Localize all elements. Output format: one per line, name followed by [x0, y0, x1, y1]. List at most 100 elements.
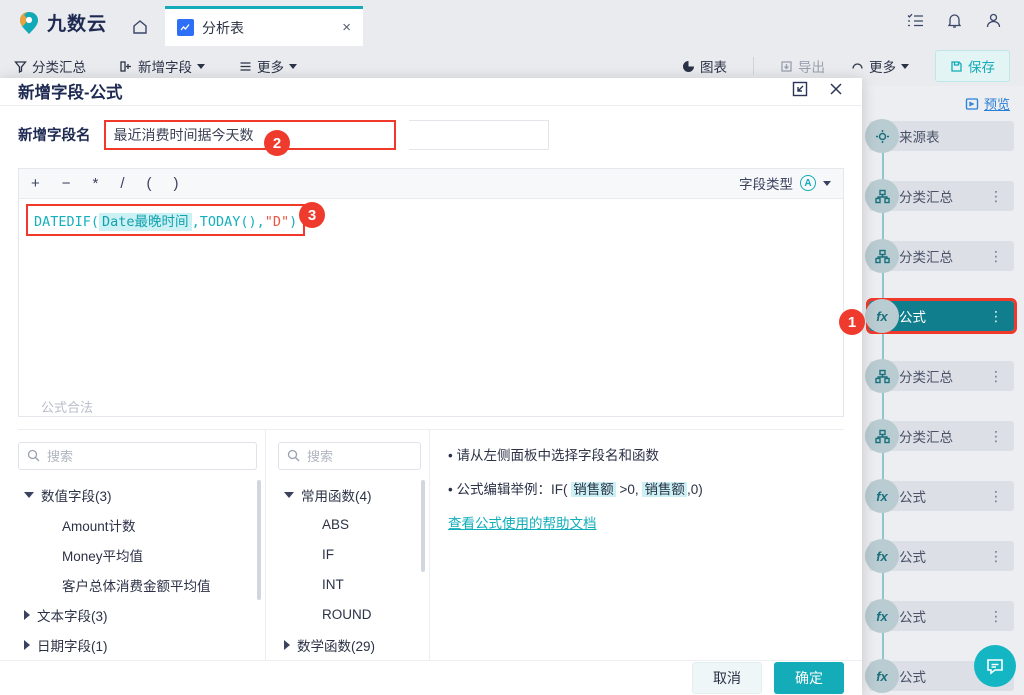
functions-search-placeholder: 搜索 [307, 449, 334, 465]
fields-search-input[interactable]: 搜索 [18, 441, 257, 470]
function-tree-node-label: IF [322, 547, 334, 563]
sidebar-step-1[interactable]: 分类汇总 ⋮ [865, 179, 1014, 213]
field-tree-node-label: 文本字段(3) [37, 608, 108, 624]
function-tree-node[interactable]: 数学函数(29) [278, 630, 421, 660]
close-icon[interactable]: × [342, 20, 351, 35]
operator-divide[interactable]: / [120, 175, 124, 192]
expand-icon[interactable] [792, 81, 808, 102]
chevron-down-icon[interactable] [24, 491, 34, 498]
sidebar-step-7[interactable]: fx 公式 ⋮ [865, 539, 1014, 573]
step-menu-icon[interactable]: ⋮ [989, 308, 1014, 325]
step-menu-icon[interactable]: ⋮ [989, 548, 1014, 565]
field-tree-node[interactable]: 文本字段(3) [18, 600, 257, 630]
step-menu-icon[interactable]: ⋮ [989, 608, 1014, 625]
search-icon [27, 450, 40, 462]
step-menu-icon[interactable]: ⋮ [989, 188, 1014, 205]
fx-icon: fx [865, 659, 899, 693]
sidebar-step-8[interactable]: fx 公式 ⋮ [865, 599, 1014, 633]
field-tree-node[interactable]: Amount计数 [18, 510, 257, 540]
formula-input-area[interactable]: DATEDIF(Date最晚时间 ,TODAY(),"D") [19, 198, 843, 391]
formula-field-token: Date最晚时间 [99, 212, 192, 231]
sidebar-step-4[interactable]: 分类汇总 ⋮ [865, 359, 1014, 393]
chevron-down-icon[interactable] [284, 491, 294, 498]
sidebar-step-0[interactable]: 来源表 [865, 119, 1014, 153]
functions-panel: 搜索 常用函数(4) ABS IF INT ROUND 数学函数(29) [266, 429, 430, 660]
formula-comma-2: , [256, 213, 265, 230]
function-tree-node[interactable]: IF [278, 540, 421, 570]
fields-panel: 搜索 数值字段(3) Amount计数 Money平均值客户总体消费金额平均值文本字… [18, 429, 266, 660]
logo-icon [18, 11, 40, 35]
user-icon[interactable] [985, 12, 1002, 34]
toolbar-item-group-summary[interactable]: 分类汇总 [14, 56, 86, 76]
sidebar-step-2[interactable]: 分类汇总 ⋮ [865, 239, 1014, 273]
confirm-button[interactable]: 确定 [774, 661, 844, 694]
toolbar-item-more-right[interactable]: 更多 [851, 56, 909, 76]
cancel-button[interactable]: 取消 [692, 661, 762, 694]
save-button[interactable]: 保存 [935, 50, 1010, 82]
toolbar-item-export[interactable]: 导出 [780, 56, 825, 76]
chevron-right-icon[interactable] [284, 639, 290, 650]
search-icon [287, 450, 300, 462]
function-tree-node[interactable]: ROUND [278, 600, 421, 630]
formula-validity-text: 公式合法 [41, 399, 94, 415]
annotation-badge-1: 1 [839, 309, 865, 335]
field-type-selector[interactable]: 字段类型 A [739, 173, 831, 193]
step-menu-icon[interactable]: ⋮ [989, 488, 1014, 505]
step-menu-icon[interactable]: ⋮ [989, 368, 1014, 385]
help-example-func: IF( [550, 481, 568, 497]
functions-search-input[interactable]: 搜索 [278, 441, 421, 470]
field-tree-node[interactable]: 日期字段(1) [18, 630, 257, 660]
operator-plus[interactable]: + [31, 175, 40, 192]
divider [753, 57, 754, 75]
dialog-header: 新增字段-公式 [0, 78, 862, 106]
step-menu-icon[interactable]: ⋮ [989, 428, 1014, 445]
field-tree-node[interactable]: Money平均值 [18, 540, 257, 570]
steps-container: 来源表 分类汇总 ⋮ 分类汇总 ⋮ fx 公式 ⋮ 分类汇总 ⋮ 分类汇总 ⋮ fx 公式 ⋮ fx 公式 ⋮ fx… [861, 119, 1024, 693]
chevron-right-icon[interactable] [24, 639, 30, 650]
fields-scrollbar[interactable] [257, 479, 261, 600]
formula-helper-panels: 搜索 数值字段(3) Amount计数 Money平均值客户总体消费金额平均值文本字… [18, 428, 844, 660]
toolbar-item-more[interactable]: 更多 [239, 56, 297, 76]
operator-multiply[interactable]: * [93, 175, 99, 192]
function-tree-node[interactable]: ABS [278, 510, 421, 540]
functions-tree: 常用函数(4) ABS IF INT ROUND 数学函数(29) [278, 480, 421, 660]
fields-tree: 数值字段(3) Amount计数 Money平均值客户总体消费金额平均值文本字段(3… [18, 480, 257, 660]
toolbar-item-label: 更多 [257, 60, 284, 75]
field-name-input[interactable] [103, 119, 396, 150]
chart-tab-icon [177, 19, 195, 36]
function-tree-node-label: INT [322, 577, 344, 593]
function-tree-node[interactable]: 常用函数(4) [278, 480, 421, 510]
field-type-label: 字段类型 [739, 177, 793, 193]
tab-analysis-sheet[interactable]: 分析表 × [165, 6, 364, 46]
sidebar-step-5[interactable]: 分类汇总 ⋮ [865, 419, 1014, 453]
tasks-icon[interactable] [907, 12, 924, 34]
operator-paren-close[interactable]: ) [174, 175, 179, 192]
step-menu-icon[interactable]: ⋮ [989, 248, 1014, 265]
home-icon[interactable] [121, 18, 165, 46]
toolbar-item-label: 分类汇总 [32, 60, 86, 75]
sidebar-step-formula[interactable]: fx 公式 ⋮ [865, 298, 1017, 334]
field-tree-node[interactable]: 数值字段(3) [18, 480, 257, 510]
operator-paren-open[interactable]: ( [147, 175, 152, 192]
chat-bubble-icon[interactable] [974, 645, 1016, 687]
close-icon[interactable] [828, 81, 844, 102]
sidebar-step-6[interactable]: fx 公式 ⋮ [865, 479, 1014, 513]
help-doc-link[interactable]: 查看公式使用的帮助文档 [448, 516, 597, 531]
sidebar-step-label: 公式 [899, 550, 926, 565]
preview-button[interactable]: 预览 [861, 92, 1024, 121]
formula-expression[interactable]: DATEDIF(Date最晚时间 ,TODAY(),"D") [25, 203, 306, 236]
toolbar-item-chart[interactable]: 图表 [682, 56, 727, 76]
chevron-right-icon[interactable] [24, 609, 30, 620]
operator-minus[interactable]: − [62, 175, 71, 192]
help-line-2: • 公式编辑举例：IF( 销售额 >0, 销售额 ,0) [448, 478, 844, 498]
formula-comma-1: , [191, 213, 200, 230]
function-tree-node[interactable]: INT [278, 570, 421, 600]
bell-icon[interactable] [946, 12, 963, 34]
toolbar-item-add-field[interactable]: 新增字段 [120, 56, 205, 76]
dialog-header-actions [792, 81, 844, 102]
topbar-right-icons [907, 12, 1024, 46]
field-tree-node[interactable]: 客户总体消费金额平均值 [18, 570, 257, 600]
field-tree-node-label: Money平均值 [62, 548, 144, 564]
functions-scrollbar[interactable] [421, 479, 425, 572]
sidebar-step-label: 公式 [899, 490, 926, 505]
